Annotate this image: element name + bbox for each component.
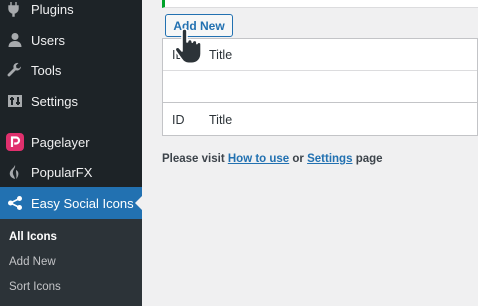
admin-sidebar: Plugins Users Tools Settings Pagelayer P… — [0, 0, 143, 306]
sidebar-item-easy-social-icons[interactable]: Easy Social Icons — [0, 187, 143, 219]
sidebar-item-label: Plugins — [31, 1, 74, 17]
popularfx-icon — [6, 163, 24, 181]
table-row — [163, 71, 477, 103]
pagelayer-icon — [6, 133, 24, 151]
sidebar-item-label: Easy Social Icons — [31, 195, 134, 211]
hand-cursor-icon — [172, 28, 204, 66]
sidebar-item-pagelayer[interactable]: Pagelayer — [0, 127, 142, 157]
sidebar-item-tools[interactable]: Tools — [0, 55, 142, 85]
help-middle: or — [292, 153, 304, 165]
help-suffix: page — [355, 153, 383, 165]
sidebar-item-label: Tools — [31, 62, 62, 78]
submenu-item-sort-icons[interactable]: Sort Icons — [9, 277, 61, 297]
users-icon — [6, 31, 24, 49]
table-header-row: ID Title — [163, 39, 477, 71]
settings-icon — [6, 92, 24, 110]
column-header-title[interactable]: Title — [209, 48, 232, 62]
share-icon — [6, 194, 24, 212]
table-footer-row: ID Title — [163, 104, 477, 136]
sidebar-item-settings[interactable]: Settings — [0, 86, 142, 116]
column-footer-title[interactable]: Title — [209, 113, 232, 127]
sidebar-item-label: Pagelayer — [31, 134, 90, 150]
sidebar-item-users[interactable]: Users — [0, 25, 142, 55]
sidebar-item-plugins[interactable]: Plugins — [0, 0, 142, 24]
sidebar-item-label: Settings — [31, 93, 78, 109]
help-text: Please visit How to use or Settings page — [162, 153, 383, 165]
sidebar-item-label: PopularFX — [31, 164, 93, 180]
plugin-icon — [6, 0, 24, 18]
wrench-icon — [6, 61, 24, 79]
help-prefix: Please visit — [162, 153, 225, 165]
notice-box — [162, 0, 478, 8]
column-footer-id[interactable]: ID — [163, 113, 209, 127]
submenu-item-add-new[interactable]: Add New — [9, 252, 56, 272]
how-to-use-link[interactable]: How to use — [228, 153, 289, 165]
settings-link[interactable]: Settings — [307, 153, 352, 165]
sidebar-item-label: Users — [31, 32, 65, 48]
sidebar-item-popularfx[interactable]: PopularFX — [0, 157, 142, 187]
submenu-item-all-icons[interactable]: All Icons — [9, 227, 57, 247]
icons-table: ID Title ID Title — [162, 38, 478, 136]
submenu: All Icons Add New Sort Icons — [0, 219, 142, 306]
